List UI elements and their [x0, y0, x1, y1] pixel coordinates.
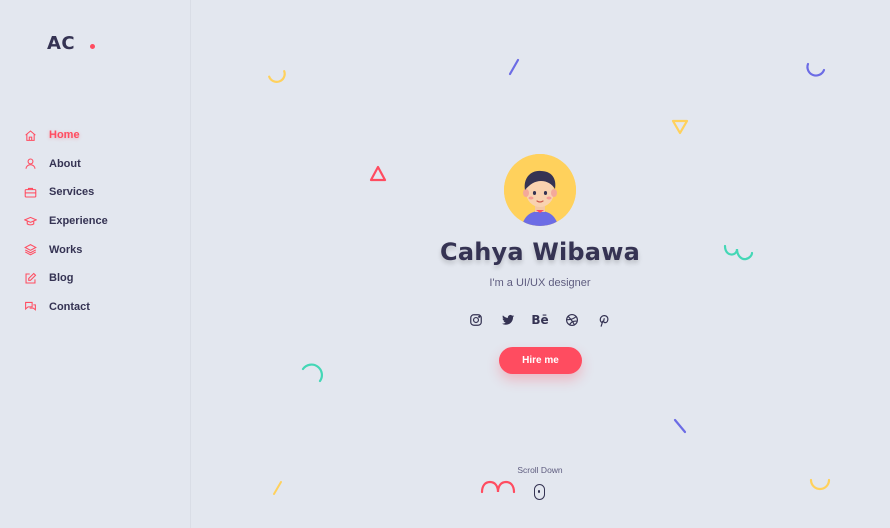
decor-triangle-red: [369, 165, 387, 182]
mouse-scroll-icon[interactable]: [534, 484, 545, 500]
nav-item-about[interactable]: About: [24, 150, 108, 179]
decor-triangle-yellow: [671, 119, 689, 135]
nav-item-contact[interactable]: Contact: [24, 293, 108, 322]
nav-label-about: About: [49, 157, 81, 170]
twitter-icon: [502, 314, 515, 325]
logo-dot: [90, 44, 95, 49]
dribbble-link[interactable]: [563, 311, 581, 329]
decor-arc-purple: [806, 62, 826, 77]
decor-squiggle-red: [480, 480, 516, 494]
instagram-icon: [470, 314, 482, 326]
sidebar-nav: Home About Services Experience Works Blo…: [24, 121, 108, 321]
nav-item-home[interactable]: Home: [24, 121, 108, 150]
avatar-illustration: [504, 154, 576, 226]
nav-label-experience: Experience: [49, 215, 108, 228]
graduation-cap-icon: [24, 216, 37, 225]
mouse-wheel: [538, 490, 541, 493]
instagram-link[interactable]: [467, 311, 485, 329]
scroll-down-label: Scroll Down: [517, 465, 563, 475]
avatar: [504, 154, 576, 226]
twitter-link[interactable]: [499, 311, 517, 329]
decor-line-purple: [508, 58, 520, 76]
nav-item-services[interactable]: Services: [24, 178, 108, 207]
hire-me-button[interactable]: Hire me: [499, 347, 582, 374]
logo[interactable]: AC: [47, 33, 75, 54]
dribbble-icon: [566, 314, 578, 326]
hero-subtitle: I'm a UI/UX designer: [489, 277, 591, 289]
user-icon: [25, 158, 36, 170]
pinterest-icon: [599, 314, 609, 327]
hero-name: Cahya Wibawa: [440, 238, 640, 266]
decor-arc-green: [301, 363, 323, 383]
behance-icon: Bē: [531, 313, 549, 327]
social-links: Bē: [467, 311, 627, 329]
behance-link[interactable]: Bē: [531, 311, 549, 329]
decor-arc-yellow-2: [809, 478, 831, 491]
briefcase-icon: [24, 187, 37, 198]
nav-item-experience[interactable]: Experience: [24, 207, 108, 236]
decor-line-yellow: [273, 481, 282, 495]
decor-line-purple-2: [673, 418, 687, 434]
home-icon: [25, 130, 36, 141]
pinterest-link[interactable]: [595, 311, 613, 329]
decor-arc-yellow: [268, 70, 286, 83]
nav-label-home: Home: [49, 129, 80, 142]
chat-bubbles-icon: [25, 302, 36, 312]
nav-label-contact: Contact: [49, 300, 90, 313]
nav-label-services: Services: [49, 186, 95, 199]
